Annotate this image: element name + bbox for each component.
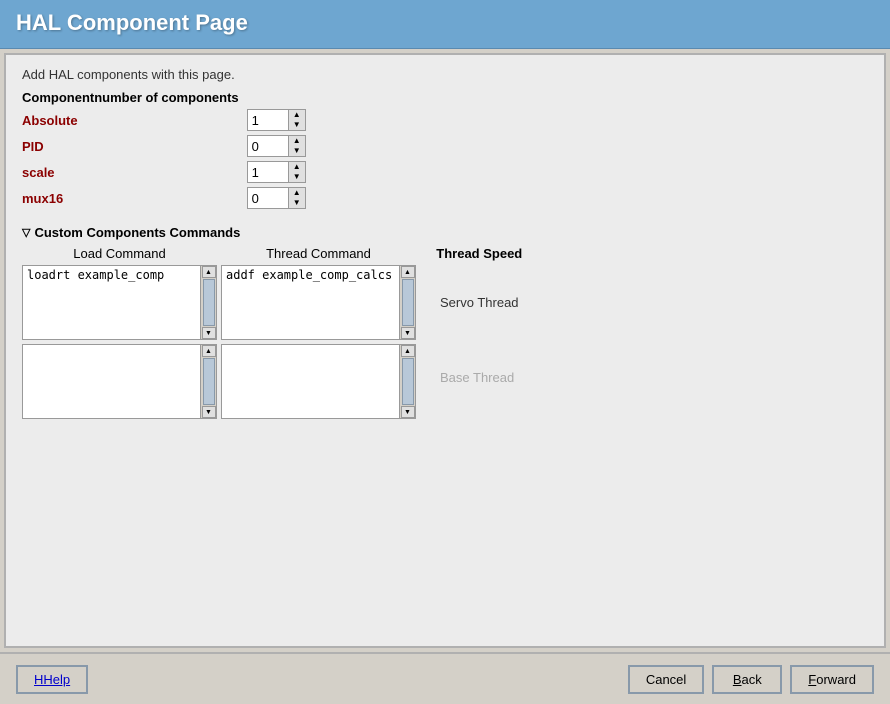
- spinbox-up-3[interactable]: ▲: [289, 188, 305, 198]
- scroll-thumb: [402, 279, 414, 326]
- component-row: mux16 ▲ ▼: [22, 185, 314, 211]
- component-table: Componentnumber of components Absolute ▲…: [22, 90, 314, 211]
- thread-scrollbar-1[interactable]: ▲ ▼: [399, 266, 415, 339]
- thread-speed-row-1: Servo Thread: [436, 265, 523, 340]
- scroll-down-btn[interactable]: ▼: [202, 406, 216, 418]
- component-name-1: PID: [22, 133, 247, 159]
- commands-layout: Load Command Thread Command loadrt examp…: [22, 246, 868, 423]
- component-input-0[interactable]: [248, 110, 288, 130]
- component-spinbox-3[interactable]: ▲ ▼: [247, 185, 314, 211]
- load-scrollbar-2[interactable]: ▲ ▼: [200, 345, 216, 418]
- component-input-3[interactable]: [248, 188, 288, 208]
- scroll-down-btn[interactable]: ▼: [202, 327, 216, 339]
- scroll-up-btn[interactable]: ▲: [202, 345, 216, 357]
- custom-commands-section: ▽ Custom Components Commands Load Comman…: [22, 225, 868, 423]
- main-content: Add HAL components with this page. Compo…: [4, 53, 886, 648]
- col-header-count: [247, 90, 314, 107]
- spinbox-up-0[interactable]: ▲: [289, 110, 305, 120]
- load-command-textarea-1-container: loadrt example_comp ▲ ▼: [22, 265, 217, 340]
- component-row: PID ▲ ▼: [22, 133, 314, 159]
- scroll-down-btn[interactable]: ▼: [401, 327, 415, 339]
- component-row: Absolute ▲ ▼: [22, 107, 314, 133]
- spinbox-down-0[interactable]: ▼: [289, 120, 305, 130]
- load-command-textarea-2[interactable]: [23, 345, 200, 418]
- component-spinbox-1[interactable]: ▲ ▼: [247, 133, 314, 159]
- thread-command-textarea-2[interactable]: [222, 345, 399, 418]
- component-row: scale ▲ ▼: [22, 159, 314, 185]
- help-button[interactable]: HHelp: [16, 665, 88, 694]
- commands-main: Load Command Thread Command loadrt examp…: [22, 246, 416, 423]
- component-name-2: scale: [22, 159, 247, 185]
- forward-button[interactable]: Forward: [790, 665, 874, 694]
- back-button[interactable]: Back: [712, 665, 782, 694]
- cancel-button[interactable]: Cancel: [628, 665, 704, 694]
- page-header: HAL Component Page: [0, 0, 890, 49]
- help-underline: HHelp: [34, 672, 70, 687]
- scroll-up-btn[interactable]: ▲: [202, 266, 216, 278]
- component-name-3: mux16: [22, 185, 247, 211]
- scroll-up-btn[interactable]: ▲: [401, 266, 415, 278]
- collapse-header[interactable]: ▽ Custom Components Commands: [22, 225, 868, 240]
- load-scrollbar-1[interactable]: ▲ ▼: [200, 266, 216, 339]
- servo-thread-label: Servo Thread: [436, 287, 523, 318]
- command-row-1: loadrt example_comp ▲ ▼ addf example_com…: [22, 265, 416, 340]
- thread-command-textarea-1-container: addf example_comp_calcs ▲ ▼: [221, 265, 416, 340]
- spinbox-up-1[interactable]: ▲: [289, 136, 305, 146]
- thread-speed-column: Thread Speed Servo Thread Base Thread: [436, 246, 523, 415]
- thread-command-textarea-1[interactable]: addf example_comp_calcs: [222, 266, 399, 339]
- thread-speed-row-2: Base Thread: [436, 340, 523, 415]
- footer-left: HHelp: [16, 665, 628, 694]
- custom-commands-title: Custom Components Commands: [34, 225, 240, 240]
- page-title: HAL Component Page: [16, 10, 874, 36]
- component-input-1[interactable]: [248, 136, 288, 156]
- scroll-thumb: [203, 279, 215, 326]
- footer-right: Cancel Back Forward: [628, 665, 874, 694]
- component-input-2[interactable]: [248, 162, 288, 182]
- intro-text: Add HAL components with this page.: [22, 67, 868, 82]
- load-command-textarea-2-container: ▲ ▼: [22, 344, 217, 419]
- scroll-thumb: [402, 358, 414, 405]
- spinbox-down-1[interactable]: ▼: [289, 146, 305, 156]
- load-command-col-header: Load Command: [73, 246, 166, 261]
- component-spinbox-0[interactable]: ▲ ▼: [247, 107, 314, 133]
- collapse-arrow-icon: ▽: [22, 226, 30, 239]
- col-header-component: Componentnumber of components: [22, 90, 247, 107]
- scroll-down-btn[interactable]: ▼: [401, 406, 415, 418]
- spinbox-down-2[interactable]: ▼: [289, 172, 305, 182]
- thread-speed-header: Thread Speed: [436, 246, 522, 261]
- load-command-textarea-1[interactable]: loadrt example_comp: [23, 266, 200, 339]
- thread-command-textarea-2-container: ▲ ▼: [221, 344, 416, 419]
- base-thread-label: Base Thread: [436, 362, 518, 393]
- footer: HHelp Cancel Back Forward: [0, 652, 890, 704]
- scroll-thumb: [203, 358, 215, 405]
- command-row-2: ▲ ▼ ▲ ▼: [22, 344, 416, 419]
- spinbox-up-2[interactable]: ▲: [289, 162, 305, 172]
- scroll-up-btn[interactable]: ▲: [401, 345, 415, 357]
- thread-command-col-header: Thread Command: [266, 246, 371, 261]
- spinbox-down-3[interactable]: ▼: [289, 198, 305, 208]
- component-name-0: Absolute: [22, 107, 247, 133]
- component-spinbox-2[interactable]: ▲ ▼: [247, 159, 314, 185]
- thread-scrollbar-2[interactable]: ▲ ▼: [399, 345, 415, 418]
